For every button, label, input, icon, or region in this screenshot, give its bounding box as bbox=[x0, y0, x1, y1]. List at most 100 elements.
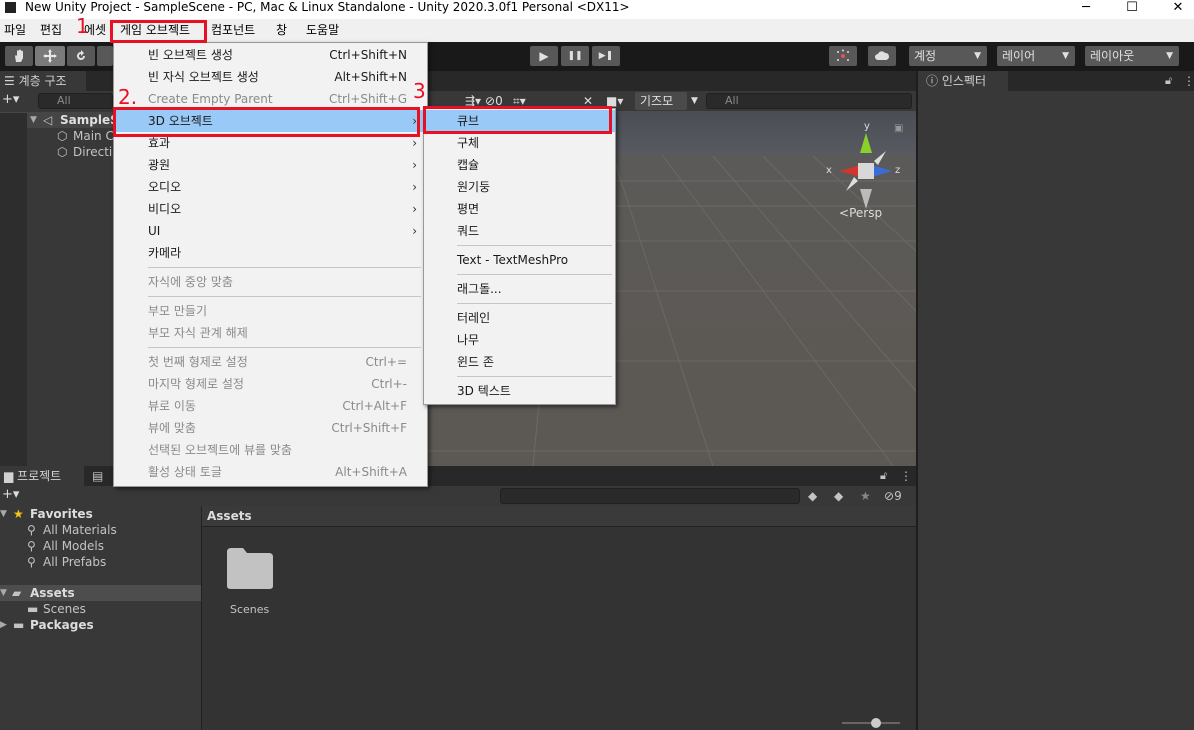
maximize-button[interactable]: ☐ bbox=[1112, 0, 1152, 15]
menu-item-align-view-to-selected[interactable]: 선택된 오브젝트에 뷰를 맞춤 bbox=[114, 439, 427, 461]
menu-help[interactable]: 도움말 bbox=[306, 19, 339, 42]
play-button[interactable]: ▶ bbox=[530, 46, 558, 66]
favorite-star-icon[interactable]: ★ bbox=[860, 488, 871, 504]
layout-label: 레이아웃 bbox=[1090, 49, 1135, 63]
folder-icon: ▬ bbox=[27, 602, 39, 616]
persp-label[interactable]: <Persp bbox=[839, 205, 882, 221]
menu-item-make-parent[interactable]: 부모 만들기 bbox=[114, 300, 427, 322]
menu-item-align-with-view[interactable]: 뷰에 맞춤 Ctrl+Shift+F bbox=[114, 417, 427, 439]
menu-item-clear-parent[interactable]: 부모 자식 관계 해제 bbox=[114, 322, 427, 344]
menu-separator bbox=[457, 274, 612, 275]
project-breadcrumb: Assets bbox=[202, 506, 916, 527]
filter-by-label-icon[interactable]: ◆ bbox=[834, 488, 843, 504]
menu-component[interactable]: 컴포넌트 bbox=[211, 19, 255, 42]
lock-icon[interactable]: 🔓︎ bbox=[1165, 73, 1172, 89]
fav-item-all-materials[interactable]: All Materials bbox=[43, 522, 117, 538]
submenu-item-quad[interactable]: 쿼드 bbox=[424, 220, 615, 242]
account-label: 계정 bbox=[914, 49, 937, 63]
hierarchy-add-button[interactable]: +▾ bbox=[2, 92, 19, 108]
menu-edit[interactable]: 편집 bbox=[40, 19, 62, 42]
hierarchy-search-input[interactable]: All bbox=[38, 93, 113, 109]
submenu-item-textmeshpro[interactable]: Text - TextMeshPro bbox=[424, 249, 615, 271]
minimize-button[interactable]: ─ bbox=[1066, 0, 1106, 15]
fav-item-all-models[interactable]: All Models bbox=[43, 538, 104, 554]
cloud-button[interactable] bbox=[868, 46, 896, 66]
menu-item-toggle-active[interactable]: 활성 상태 토글 Alt+Shift+A bbox=[114, 461, 427, 483]
submenu-item-3d-text[interactable]: 3D 텍스트 bbox=[424, 380, 615, 402]
gizmos-dropdown[interactable]: 기즈모 bbox=[635, 92, 687, 110]
submenu-item-ragdoll[interactable]: 래그돌... bbox=[424, 278, 615, 300]
console-tab-icon[interactable]: ▤ bbox=[92, 468, 103, 484]
project-asset-area: Assets Scenes bbox=[202, 506, 916, 730]
favorites-label[interactable]: Favorites bbox=[30, 506, 93, 522]
layout-dropdown[interactable]: 레이아웃 ▼ bbox=[1085, 46, 1179, 66]
menu-item-audio[interactable]: 오디오 › bbox=[114, 176, 427, 198]
submenu-item-terrain[interactable]: 터레인 bbox=[424, 307, 615, 329]
layers-dropdown[interactable]: 레이어 ▼ bbox=[997, 46, 1075, 66]
folder-open-icon: ▰ bbox=[12, 586, 22, 600]
menu-item-set-first-sibling[interactable]: 첫 번째 형제로 설정 Ctrl+= bbox=[114, 351, 427, 373]
menu-file[interactable]: 파일 bbox=[4, 19, 26, 42]
chevron-right-icon: › bbox=[412, 202, 417, 216]
annotation-step-3: 3 bbox=[413, 79, 426, 103]
inspector-tab-label: 인스펙터 bbox=[941, 74, 986, 88]
rotate-tool-button[interactable] bbox=[67, 46, 95, 66]
fav-item-all-prefabs[interactable]: All Prefabs bbox=[43, 554, 106, 570]
pause-button[interactable]: ❚❚ bbox=[561, 46, 589, 66]
menu-item-create-empty-child[interactable]: 빈 자식 오브젝트 생성 Alt+Shift+N bbox=[114, 66, 427, 88]
assets-folder-row[interactable]: ▼ ▰ Assets bbox=[0, 585, 201, 601]
tree-item-scenes[interactable]: Scenes bbox=[43, 601, 86, 617]
annotation-box-gameobject-menu bbox=[110, 20, 207, 43]
submenu-item-capsule[interactable]: 캡슐 bbox=[424, 154, 615, 176]
submenu-item-cylinder[interactable]: 원기둥 bbox=[424, 176, 615, 198]
expand-arrow-icon[interactable]: ▼ bbox=[0, 585, 7, 601]
close-button[interactable]: ✕ bbox=[1158, 0, 1194, 15]
submenu-item-tree[interactable]: 나무 bbox=[424, 329, 615, 351]
account-dropdown[interactable]: 계정 ▼ bbox=[909, 46, 987, 66]
lock-icon[interactable]: ▣ bbox=[894, 121, 903, 137]
menu-item-video[interactable]: 비디오 › bbox=[114, 198, 427, 220]
tab-inspector[interactable]: ⓘ 인스펙터 bbox=[918, 71, 1008, 91]
menu-item-create-empty[interactable]: 빈 오브젝트 생성 Ctrl+Shift+N bbox=[114, 44, 427, 66]
menu-item-light[interactable]: 광원 › bbox=[114, 154, 427, 176]
step-button[interactable]: ▶❚ bbox=[592, 46, 620, 66]
hand-tool-button[interactable] bbox=[5, 46, 33, 66]
more-options-icon[interactable]: ⋮ bbox=[1183, 73, 1194, 89]
packages-label[interactable]: Packages bbox=[30, 617, 94, 633]
collab-button[interactable] bbox=[829, 46, 857, 66]
orientation-gizmo[interactable]: y x z bbox=[826, 121, 906, 211]
tab-project[interactable]: ▆ 프로젝트 bbox=[0, 466, 84, 486]
menu-item-set-last-sibling[interactable]: 마지막 형제로 설정 Ctrl+- bbox=[114, 373, 427, 395]
filter-by-type-icon[interactable]: ◆ bbox=[808, 488, 817, 504]
project-search-input[interactable] bbox=[500, 488, 800, 504]
asset-folder-scenes[interactable]: Scenes bbox=[222, 546, 276, 621]
menu-separator bbox=[457, 245, 612, 246]
unity-scene-icon: ◁ bbox=[43, 113, 53, 127]
menu-item-ui[interactable]: UI › bbox=[114, 220, 427, 242]
project-add-button[interactable]: +▾ bbox=[2, 487, 19, 503]
submenu-item-plane[interactable]: 평면 bbox=[424, 198, 615, 220]
more-options-icon[interactable]: ⋮ bbox=[900, 468, 912, 484]
expand-arrow-icon[interactable]: ▼ bbox=[30, 112, 37, 128]
chevron-right-icon: › bbox=[412, 158, 417, 172]
tab-hierarchy[interactable]: ☰ 계층 구조 bbox=[0, 71, 86, 91]
icon-size-slider-thumb[interactable] bbox=[871, 718, 881, 728]
lock-icon[interactable]: 🔓︎ bbox=[880, 468, 887, 484]
submenu-item-wind-zone[interactable]: 윈드 존 bbox=[424, 351, 615, 373]
submenu-item-sphere[interactable]: 구체 bbox=[424, 132, 615, 154]
gizmos-dropdown-arrow-icon[interactable]: ▼ bbox=[691, 93, 698, 109]
menu-window[interactable]: 창 bbox=[276, 19, 287, 42]
breadcrumb-assets[interactable]: Assets bbox=[207, 508, 252, 524]
menu-item-center-on-children[interactable]: 자식에 중앙 맞춤 bbox=[114, 271, 427, 293]
scene-search-input[interactable]: All bbox=[706, 93, 912, 109]
hidden-packages-toggle[interactable]: ⊘9 bbox=[884, 488, 902, 504]
hierarchy-item-label: Main C bbox=[73, 129, 114, 143]
menu-separator bbox=[148, 296, 421, 297]
expand-arrow-icon[interactable]: ▶ bbox=[0, 617, 7, 633]
move-tool-button[interactable] bbox=[35, 46, 65, 66]
menu-item-move-to-view[interactable]: 뷰로 이동 Ctrl+Alt+F bbox=[114, 395, 427, 417]
hierarchy-tab-label: 계층 구조 bbox=[18, 74, 67, 88]
expand-arrow-icon[interactable]: ▼ bbox=[0, 506, 7, 522]
menu-item-camera[interactable]: 카메라 bbox=[114, 242, 427, 264]
scale-tool-button[interactable] bbox=[97, 46, 113, 66]
